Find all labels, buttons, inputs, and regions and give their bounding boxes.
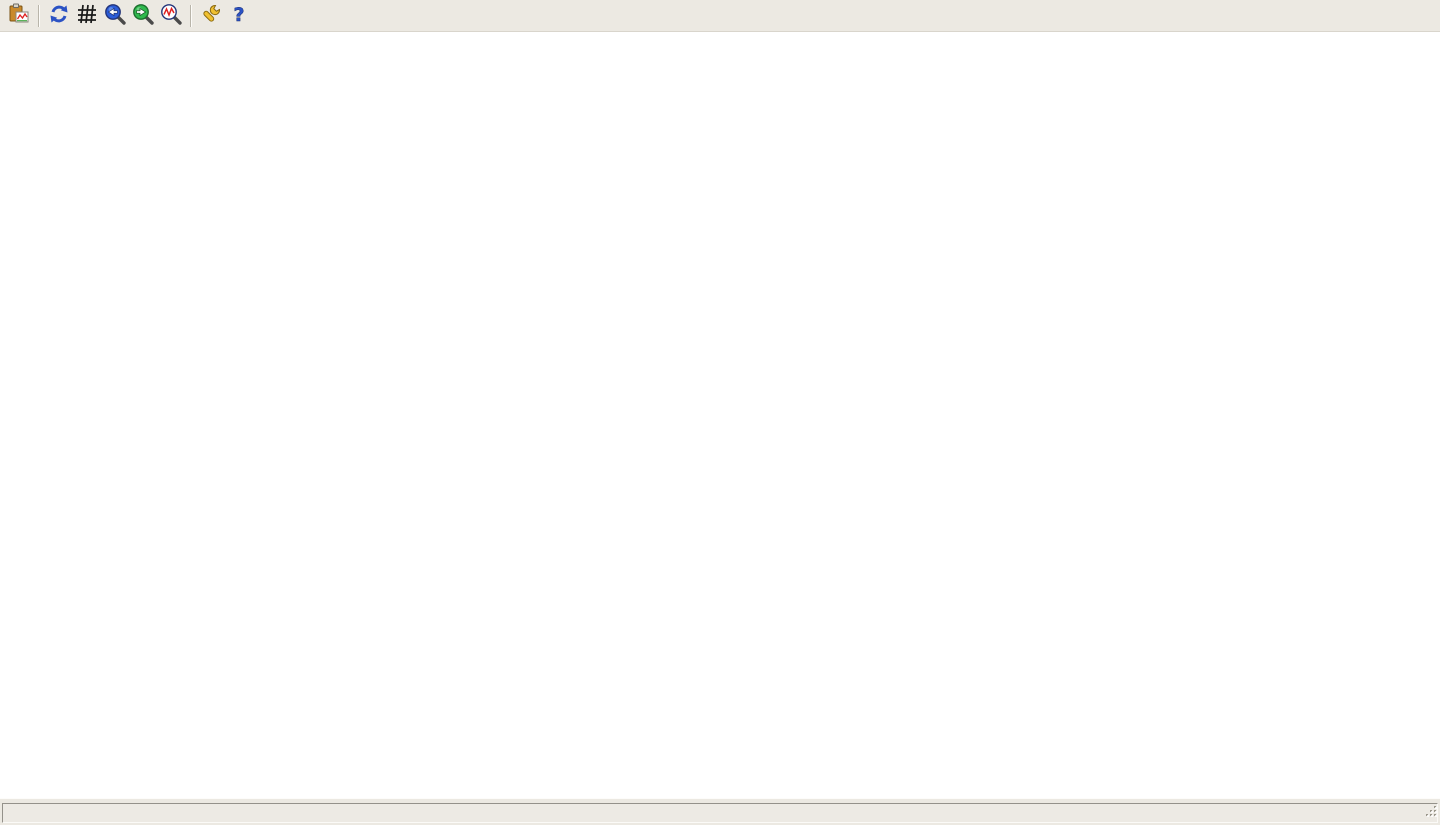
gnuplot-window: ?: [0, 0, 1440, 825]
help-icon: ?: [227, 2, 251, 29]
help-button[interactable]: ?: [225, 2, 253, 30]
refresh-plot-button[interactable]: [45, 2, 73, 30]
toolbar-separator: [38, 5, 40, 27]
zoom-next-button[interactable]: [129, 2, 157, 30]
sample-waveform-chart[interactable]: [0, 32, 1440, 190]
toolbar: ?: [0, 0, 1440, 32]
settings-wrench-icon: [199, 2, 223, 29]
refresh-plot-icon: [47, 2, 71, 29]
copy-plot-icon: [7, 2, 31, 29]
copy-plot-button[interactable]: [5, 2, 33, 30]
zoom-next-icon: [131, 2, 155, 29]
zoom-previous-button[interactable]: [101, 2, 129, 30]
plot-region: [0, 32, 1440, 798]
correlation-chart[interactable]: [0, 498, 1440, 798]
svg-text:?: ?: [233, 4, 244, 26]
zoom-fit-icon: [159, 2, 183, 29]
settings-button[interactable]: [197, 2, 225, 30]
zoom-previous-icon: [103, 2, 127, 29]
grid-toggle-button[interactable]: [73, 2, 101, 30]
grid-toggle-icon: [75, 2, 99, 29]
echo-chart[interactable]: [0, 190, 1440, 498]
zoom-fit-button[interactable]: [157, 2, 185, 30]
toolbar-separator: [190, 5, 192, 27]
statusbar-message: [2, 803, 1438, 823]
resize-grip-icon[interactable]: [1424, 804, 1438, 823]
statusbar: [0, 798, 1440, 825]
